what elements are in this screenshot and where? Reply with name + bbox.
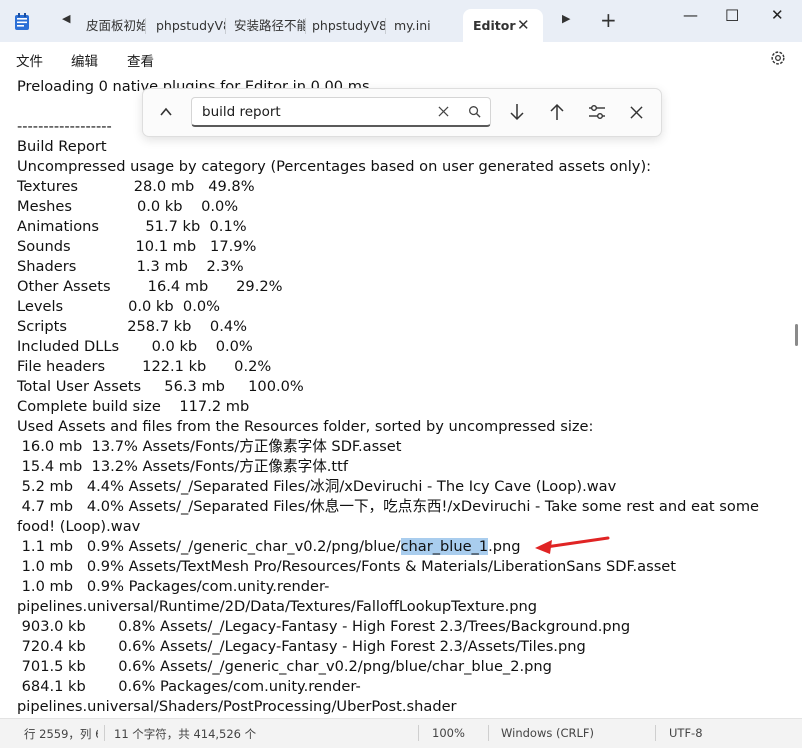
vertical-scrollbar[interactable] [791,74,802,718]
editor-line[interactable]: Meshes 0.0 kb 0.0% [17,197,759,217]
text-editor[interactable]: Preloading 0 native plugins for Editor i… [0,74,790,718]
editor-line[interactable]: Scripts 258.7 kb 0.4% [17,317,759,337]
clear-icon[interactable] [438,106,449,117]
status-divider [418,725,419,741]
scrollbar-thumb[interactable] [795,324,798,346]
tab-label: my.ini [394,18,431,33]
editor-line[interactable]: pipelines.universal/Shaders/PostProcessi… [17,697,759,717]
line-text: 1.1 mb 0.9% Assets/_/generic_char_v0.2/p… [17,538,401,555]
chevron-up-icon[interactable] [159,105,173,119]
editor-line[interactable]: Used Assets and files from the Resources… [17,417,759,437]
editor-content[interactable]: Preloading 0 native plugins for Editor i… [17,77,759,717]
tab-label: Editor [473,18,516,33]
tab-my-ini[interactable]: my.ini [386,9,463,42]
editor-line[interactable]: Complete build size 117.2 mb [17,397,759,417]
red-arrow-annotation [535,536,610,554]
status-bar: 行 2559，列 6 11 个字符，共 414,526 个 100% Windo… [0,718,802,748]
search-match-highlight[interactable]: char_blue_1 [400,538,489,555]
search-icon[interactable] [468,105,481,118]
tab-0[interactable]: 皮面板初始 [76,9,146,42]
editor-line[interactable]: 16.0 mb 13.7% Assets/Fonts/方正像素字体 SDF.as… [17,437,759,457]
editor-line[interactable]: 684.1 kb 0.6% Packages/com.unity.render- [17,677,759,697]
tab-label: phpstudyV8 [156,18,226,33]
editor-line[interactable]: File headers 122.1 kb 0.2% [17,357,759,377]
editor-line[interactable]: 15.4 mb 13.2% Assets/Fonts/方正像素字体.ttf [17,457,759,477]
editor-line[interactable]: 4.7 mb 4.0% Assets/_/Separated Files/休息一… [17,497,759,517]
editor-line[interactable]: pipelines.universal/Runtime/2D/Data/Text… [17,597,759,617]
close-tab-icon[interactable]: ✕ [517,9,530,42]
tab-label: phpstudyV8 [312,18,386,33]
status-divider [488,725,489,741]
tab-2[interactable]: 安装路径不能 [226,9,306,42]
editor-line[interactable]: 1.0 mb 0.9% Packages/com.unity.render- [17,577,759,597]
menu-view[interactable]: 查看 [127,50,154,70]
filter-options-icon[interactable] [588,103,606,121]
title-bar: ◀ 皮面板初始 phpstudyV8 安装路径不能 phpstudyV8 Edi… [0,0,802,42]
line-text: .png [488,538,521,555]
tab-label: 安装路径不能 [234,18,306,33]
scroll-tabs-right-icon[interactable]: ▶ [562,12,570,25]
notepad-app-icon [15,13,29,30]
status-divider [655,725,656,741]
scroll-tabs-left-icon[interactable]: ◀ [62,12,70,25]
close-window-icon[interactable]: ✕ [771,6,784,24]
selection-count: 11 个字符，共 414,526 个 [114,727,257,741]
line-ending[interactable]: Windows (CRLF) [501,726,594,740]
arrow-down-icon[interactable] [508,103,526,121]
encoding[interactable]: UTF-8 [669,726,703,740]
maximize-icon[interactable]: ☐ [725,6,739,25]
editor-line[interactable]: 1.1 mb 0.9% Assets/_/generic_char_v0.2/p… [17,537,759,557]
menu-edit[interactable]: 编辑 [71,50,98,70]
tab-3[interactable]: phpstudyV8 [306,9,386,42]
tab-label: 皮面板初始 [86,18,146,33]
editor-line[interactable]: Uncompressed usage by category (Percenta… [17,157,759,177]
editor-line[interactable]: Shaders 1.3 mb 2.3% [17,257,759,277]
editor-line[interactable]: 903.0 kb 0.8% Assets/_/Legacy-Fantasy - … [17,617,759,637]
cursor-position[interactable]: 行 2559，列 6 [24,726,98,742]
editor-line[interactable]: Total User Assets 56.3 mb 100.0% [17,377,759,397]
editor-line[interactable]: 720.4 kb 0.6% Assets/_/Legacy-Fantasy - … [17,637,759,657]
find-input[interactable]: build report [191,97,491,127]
zoom-level[interactable]: 100% [432,726,465,740]
find-panel: build report [142,88,662,137]
editor-line[interactable]: Other Assets 16.4 mb 29.2% [17,277,759,297]
editor-line[interactable]: Levels 0.0 kb 0.0% [17,297,759,317]
editor-line[interactable]: 5.2 mb 4.4% Assets/_/Separated Files/冰洞/… [17,477,759,497]
editor-line[interactable]: Build Report [17,137,759,157]
arrow-up-icon[interactable] [548,103,566,121]
menu-file[interactable]: 文件 [16,50,43,70]
editor-line[interactable]: food! (Loop).wav [17,517,759,537]
tab-1[interactable]: phpstudyV8 [146,9,226,42]
minimize-icon[interactable]: — [683,6,698,24]
find-query: build report [202,104,281,120]
editor-line[interactable]: Animations 51.7 kb 0.1% [17,217,759,237]
close-find-icon[interactable] [630,106,643,119]
editor-line[interactable]: Included DLLs 0.0 kb 0.0% [17,337,759,357]
menu-bar: 文件 编辑 查看 [0,42,802,74]
editor-line[interactable]: 1.0 mb 0.9% Assets/TextMesh Pro/Resource… [17,557,759,577]
gear-icon[interactable] [769,49,787,67]
tab-editor[interactable]: Editor ✕ [463,9,543,42]
editor-line[interactable]: Sounds 10.1 mb 17.9% [17,237,759,257]
editor-line[interactable]: 701.5 kb 0.6% Assets/_/generic_char_v0.2… [17,657,759,677]
new-tab-icon[interactable]: + [600,8,617,32]
editor-line[interactable]: Textures 28.0 mb 49.8% [17,177,759,197]
status-divider [104,725,105,741]
